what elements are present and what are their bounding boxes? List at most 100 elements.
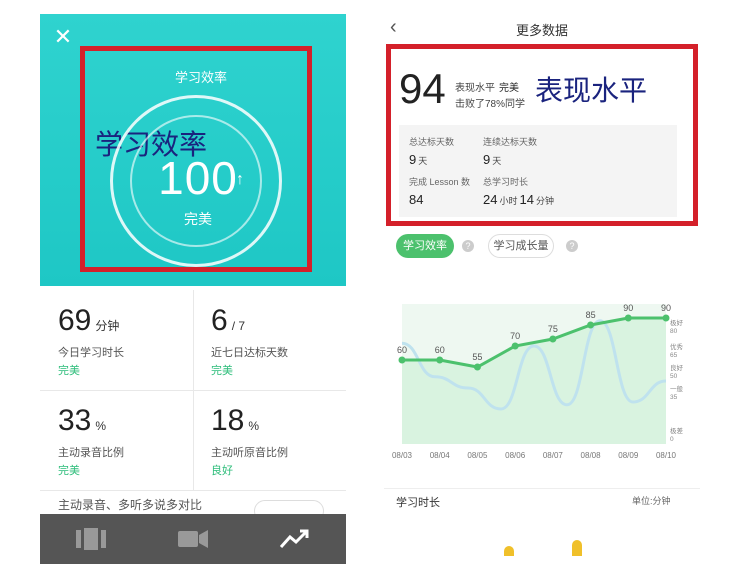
- chart-point: [511, 342, 519, 350]
- chart-point: [549, 335, 557, 343]
- efficiency-chart: 60 60 55 70 75 85 90 90 08/03 08/04 08/05 08/06 08/0…: [392, 303, 684, 460]
- stat-label: 今日学习时长: [58, 347, 124, 359]
- chart-point: [587, 321, 595, 329]
- chart-x-tick-label: 08/10: [656, 451, 677, 460]
- chart-band-label: 0: [670, 436, 674, 443]
- more-data-panel: ‹ 更多数据 94 表现水平 完美 击败了78%同学 表现水平 总达标天数 9天 …: [384, 14, 700, 564]
- close-icon[interactable]: ✕: [52, 26, 74, 48]
- chart-band-label: 极差: [670, 426, 684, 435]
- stat-label: 连续达标天数: [483, 137, 538, 147]
- chart-band-label: 一般: [670, 384, 684, 393]
- chart-band-label: 极好: [670, 318, 684, 327]
- stat-unit: / 7: [231, 319, 246, 333]
- efficiency-hero: ✕ 学习效率 学习效率 100 ↑ 完美: [40, 14, 346, 286]
- chart-data-label: 75: [548, 324, 558, 334]
- stat-label: 近七日达标天数: [211, 347, 288, 359]
- chart-band-label: 35: [670, 394, 678, 401]
- level-value: 完美: [499, 83, 519, 94]
- divider: [40, 490, 346, 491]
- chart-point: [398, 356, 406, 364]
- chart-point: [624, 314, 632, 322]
- chart-band-label: 80: [670, 328, 678, 335]
- stat-unit: 天: [418, 156, 428, 166]
- stat-unit: 天: [492, 156, 502, 166]
- chart-band-label: 良好: [670, 363, 684, 372]
- stat-value: 33: [58, 404, 92, 437]
- chart-x-tick-label: 08/06: [505, 451, 526, 460]
- tab-efficiency[interactable]: 学习效率: [396, 234, 454, 258]
- unit-label: 单位:分钟: [632, 496, 671, 506]
- chart-data-label: 85: [586, 310, 596, 320]
- divider: [40, 390, 346, 391]
- help-icon[interactable]: ?: [462, 240, 474, 252]
- consecutive-goal-days: 连续达标天数 9天: [483, 135, 603, 167]
- camera-icon[interactable]: [173, 524, 213, 554]
- stat-unit: %: [95, 419, 107, 433]
- chart-x-tick-label: 08/08: [581, 451, 602, 460]
- chart-data-label: 60: [435, 345, 445, 355]
- total-study-time: 总学习时长 24 小时 14 分钟: [483, 175, 603, 207]
- stat-label: 主动听原音比例: [211, 447, 288, 459]
- stat-rating: 完美: [211, 365, 233, 377]
- performance-level: 表现水平 完美: [455, 79, 519, 94]
- stat-today-study-time: 69 分钟 今日学习时长 完美: [40, 290, 193, 394]
- stat-rating: 完美: [58, 365, 80, 377]
- stat-value: 14: [519, 192, 534, 207]
- stat-value: 9: [483, 152, 491, 167]
- chart-x-tick-label: 08/05: [467, 451, 488, 460]
- beat-text: 击败了78%同学: [455, 99, 526, 110]
- hero-title: 学习效率: [174, 70, 227, 85]
- score-ring: 100 ↑ 完美: [110, 95, 282, 267]
- bar-stub: [572, 540, 582, 556]
- performance-score: 94: [399, 65, 446, 112]
- stat-unit: %: [248, 419, 260, 433]
- score-ring-inner: 100 ↑ 完美: [130, 115, 262, 247]
- annotation-label: 表现水平: [535, 74, 648, 107]
- chart-point: [473, 363, 481, 371]
- chart-band-label: 优秀: [670, 342, 684, 351]
- chart-data-label: 70: [510, 331, 520, 341]
- stat-label: 总学习时长: [483, 177, 529, 187]
- chart-x-tick-label: 08/03: [392, 451, 413, 460]
- trend-icon[interactable]: [275, 524, 315, 554]
- stat-value: 24: [483, 192, 498, 207]
- stat-unit: 小时: [499, 196, 518, 206]
- stat-value: 9: [409, 152, 417, 167]
- page-title: 更多数据: [515, 23, 568, 38]
- divider: [384, 488, 700, 489]
- stat-value: 84: [409, 192, 424, 207]
- chart-band-label: 50: [670, 373, 678, 380]
- stat-original-audio-ratio: 18% 主动听原音比例 良好: [193, 390, 346, 494]
- chart-x-tick-label: 08/09: [618, 451, 639, 460]
- stat-unit: 分钟: [535, 196, 554, 206]
- study-time-label: 学习时长: [396, 497, 440, 509]
- tab-growth[interactable]: 学习成长量: [488, 234, 554, 258]
- chart-x-tick-label: 08/07: [543, 451, 564, 460]
- chart-band-label: 65: [670, 352, 678, 359]
- stat-rating: 完美: [58, 465, 80, 477]
- stat-value: 18: [211, 404, 245, 437]
- help-icon[interactable]: ?: [566, 240, 578, 252]
- stat-value: 6: [211, 304, 228, 337]
- tip-text: 主动录音、多听多说多对比: [58, 498, 203, 512]
- chart-data-label: 90: [661, 303, 671, 313]
- bar-stub: [504, 546, 514, 556]
- stat-label: 主动录音比例: [58, 447, 124, 459]
- arrow-up-icon: ↑: [236, 171, 244, 188]
- chart-data-label: 60: [397, 345, 407, 355]
- chart-point: [436, 356, 444, 364]
- chart-data-label: 90: [623, 303, 633, 313]
- chart-data-label: 55: [472, 352, 482, 362]
- stat-unit: 分钟: [95, 319, 120, 333]
- level-label: 表现水平: [455, 83, 495, 94]
- stat-value: 69: [58, 304, 92, 337]
- stat-weekly-goal-days: 6/ 7 近七日达标天数 完美: [193, 290, 346, 394]
- video-strip-icon[interactable]: [71, 524, 111, 554]
- chart-point: [662, 314, 670, 322]
- stat-recording-ratio: 33% 主动录音比例 完美: [40, 390, 193, 494]
- highlight-box: 94 表现水平 完美 击败了78%同学 表现水平 总达标天数 9天 连续达标天数 …: [386, 44, 698, 226]
- highlight-box: 学习效率 学习效率 100 ↑ 完美: [80, 46, 312, 272]
- bottom-tab-bar: [40, 514, 346, 564]
- score-rating: 完美: [184, 211, 212, 227]
- chart-x-tick-label: 08/04: [430, 451, 451, 460]
